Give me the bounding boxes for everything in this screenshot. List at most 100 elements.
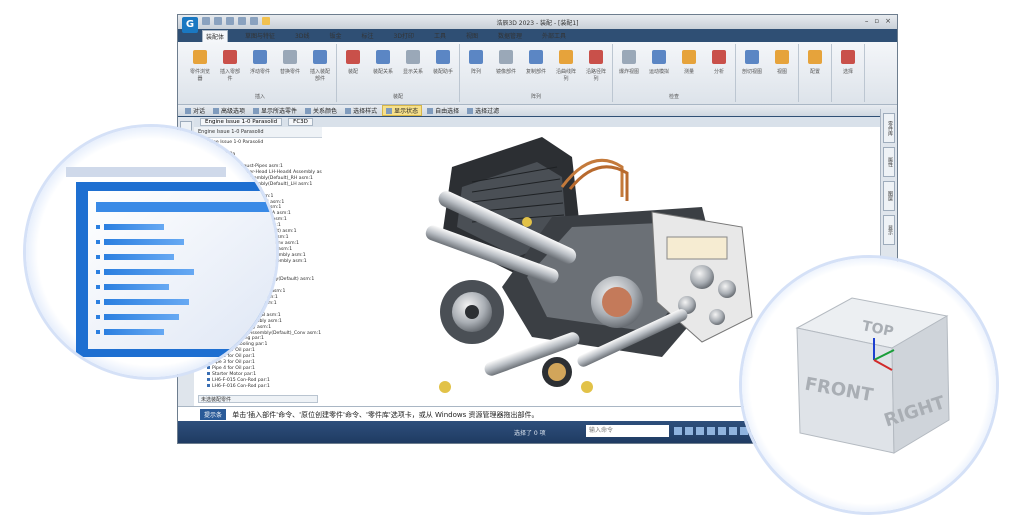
command-icon <box>345 107 352 114</box>
ribbon-tab[interactable]: 视图 <box>463 30 481 42</box>
maximize-button[interactable]: ▫ <box>874 17 879 25</box>
ribbon-button[interactable]: 选择 <box>836 44 860 75</box>
command-bar-item[interactable]: 关系颜色 <box>302 106 340 115</box>
command-bar-item[interactable]: 显示状态 <box>382 105 423 116</box>
minimize-button[interactable]: – <box>865 17 869 25</box>
ribbon-button-label: 剖切视图 <box>741 69 762 75</box>
ribbon-button-label: 插入装配部件 <box>309 69 330 82</box>
ribbon-button-label: 阵列 <box>470 69 481 75</box>
ribbon-tab[interactable]: 工具 <box>431 30 449 42</box>
ribbon-button-icon <box>376 50 390 64</box>
ribbon-button-icon <box>841 50 855 64</box>
view-icon[interactable] <box>718 427 726 435</box>
ribbon-button-label: 运动模拟 <box>648 69 669 75</box>
ribbon-tab[interactable]: 3D线 <box>292 30 312 42</box>
tree-item-label: Starter Motor par:1 <box>212 372 257 378</box>
ribbon-button-label: 浮动零件 <box>249 69 270 75</box>
ribbon-button[interactable]: 插入装配部件 <box>308 44 332 82</box>
ribbon-tab[interactable]: 草图与特征 <box>242 30 278 42</box>
ribbon-button[interactable]: 阵列 <box>464 44 488 82</box>
ribbon-button[interactable]: 镜像部件 <box>494 44 518 82</box>
tree-magnifier-lens <box>26 127 276 377</box>
ribbon-button-icon <box>745 50 759 64</box>
ribbon-tab[interactable]: 数据管理 <box>495 30 525 42</box>
ribbon-button[interactable]: 运动模拟 <box>647 44 671 75</box>
ribbon-tab[interactable]: 3D打印 <box>391 30 417 42</box>
ribbon-button[interactable]: 配置 <box>803 44 827 75</box>
doc-tab-engine[interactable]: Engine Issue 1-0 Parasolid <box>200 118 283 126</box>
ribbon-button[interactable]: 沿曲线阵列 <box>554 44 578 82</box>
ribbon-button[interactable]: 沿路径阵列 <box>584 44 608 82</box>
tree-item[interactable]: LH6-F-016 Con-Rod par:1 <box>198 384 322 390</box>
ribbon-button[interactable]: 装配 <box>341 44 365 75</box>
command-bar-item[interactable]: 选择样式 <box>342 106 380 115</box>
ribbon-group: 阵列 镜像部件 复制部件 沿曲线阵列 沿路径阵列阵列 <box>460 44 613 102</box>
section-icon[interactable] <box>740 427 748 435</box>
ribbon-button-label: 视图 <box>776 69 787 75</box>
command-bar-item[interactable]: 选择过滤 <box>464 106 502 115</box>
tree-checkbox[interactable] <box>207 378 210 382</box>
command-label: 对话 <box>193 108 206 115</box>
ribbon-button[interactable]: 零件浏览器 <box>188 44 212 82</box>
ribbon-button[interactable]: 视图 <box>770 44 794 75</box>
command-label: 关系颜色 <box>313 108 338 115</box>
command-icon <box>213 107 220 114</box>
ribbon-button[interactable]: 分析 <box>707 44 731 75</box>
close-button[interactable]: × <box>885 17 891 25</box>
side-tab-part-library[interactable]: 零件库 <box>883 113 895 143</box>
side-tab-display[interactable]: 显示 <box>883 215 895 245</box>
ribbon-button-label: 配置 <box>809 69 820 75</box>
ribbon-button-label: 选择 <box>842 69 853 75</box>
window-controls: – ▫ × <box>865 17 891 25</box>
command-icon <box>427 107 434 114</box>
tree-checkbox[interactable] <box>207 366 210 370</box>
ribbon-group: 装配 装配关系 显示关系 装配助手 装配 <box>337 44 460 102</box>
fit-icon[interactable] <box>707 427 715 435</box>
ribbon-button[interactable]: 浮动零件 <box>248 44 272 82</box>
ribbon-button[interactable]: 装配关系 <box>371 44 395 75</box>
command-input[interactable]: 输入命令 <box>586 425 669 437</box>
ribbon-button[interactable]: 爆炸视图 <box>617 44 641 75</box>
ribbon: 零件浏览器 插入零部件 浮动零件 替换零件 插入装配部件 插入 装配 装配关系 显示关系 装配助手… <box>178 42 897 105</box>
ribbon-button[interactable]: 测量 <box>677 44 701 75</box>
ribbon-button[interactable]: 剖切视图 <box>740 44 764 75</box>
ribbon-tab[interactable]: 标注 <box>359 30 377 42</box>
ribbon-button-icon <box>313 50 327 64</box>
side-tab-layers[interactable]: 图层 <box>883 181 895 211</box>
ribbon-tab[interactable]: 外部工具 <box>539 30 569 42</box>
shade-icon[interactable] <box>729 427 737 435</box>
tree-footer: 未选装配零件 <box>198 395 318 403</box>
ribbon-button[interactable]: 替换零件 <box>278 44 302 82</box>
view-cube[interactable]: TOP FRONT RIGHT <box>742 258 996 512</box>
ribbon-group-label: 阵列 <box>530 94 541 100</box>
ribbon-button-icon <box>622 50 636 64</box>
ribbon-button-icon <box>253 50 267 64</box>
ribbon-button[interactable]: 装配助手 <box>431 44 455 75</box>
ribbon-button[interactable]: 插入零部件 <box>218 44 242 82</box>
command-icon <box>305 107 312 114</box>
ribbon-tab[interactable]: 装配体 <box>202 30 229 42</box>
ribbon-button-label: 镜像部件 <box>495 69 516 75</box>
ribbon-group: 配置 <box>799 44 832 102</box>
command-bar-item[interactable]: 自由选择 <box>424 106 462 115</box>
tree-checkbox[interactable] <box>207 384 210 388</box>
ribbon-button-icon <box>406 50 420 64</box>
ribbon-button-label: 替换零件 <box>279 69 300 75</box>
command-bar-item[interactable]: 高级选项 <box>210 106 248 115</box>
document-tabs: Engine Issue 1-0 Parasolid FC3D <box>194 117 881 127</box>
window-title: 浩辰3D 2023 - 装配 - [装配1] <box>496 20 579 27</box>
side-tab-properties[interactable]: 属性 <box>883 147 895 177</box>
command-bar-item[interactable]: 显示所选零件 <box>250 106 300 115</box>
tree-checkbox[interactable] <box>207 372 210 376</box>
pan-icon[interactable] <box>685 427 693 435</box>
tree-item-label: LH6-F-016 Con-Rod par:1 <box>212 384 270 390</box>
zoom-icon[interactable] <box>674 427 682 435</box>
command-bar-item[interactable]: 对话 <box>182 106 208 115</box>
ribbon-tabs: 装配体 草图与特征 3D线 钣金 标注 3D打印 工具 视图 数据管理 外部工具 <box>202 30 569 42</box>
ribbon-button[interactable]: 复制部件 <box>524 44 548 82</box>
doc-tab-fc3d[interactable]: FC3D <box>288 118 313 126</box>
command-icon <box>386 107 393 114</box>
ribbon-tab[interactable]: 钣金 <box>326 30 344 42</box>
rotate-icon[interactable] <box>696 427 704 435</box>
ribbon-button[interactable]: 显示关系 <box>401 44 425 75</box>
